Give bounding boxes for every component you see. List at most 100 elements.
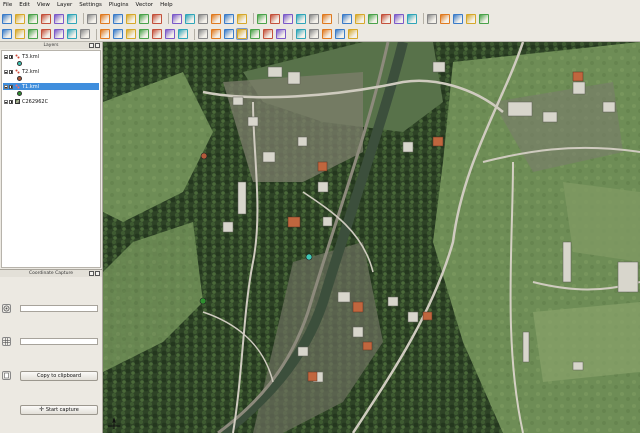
copy-to-clipboard-button[interactable]: Copy to clipboard: [20, 371, 98, 381]
zoom-in-icon[interactable]: [250, 29, 260, 39]
undo-icon[interactable]: [178, 29, 188, 39]
scale-bar-icon[interactable]: [453, 13, 463, 24]
zoom-last-icon[interactable]: [322, 29, 332, 39]
move-feature-icon[interactable]: [237, 13, 247, 24]
offset-curve-icon[interactable]: [139, 29, 149, 39]
qgis-window: File Edit View Layer Settings Plugins Ve…: [0, 0, 640, 433]
zoom-full-icon[interactable]: [276, 29, 286, 39]
collapse-icon[interactable]: [4, 54, 8, 59]
show-bookmarks-icon[interactable]: [394, 13, 404, 24]
t3-point-marker[interactable]: [305, 253, 313, 261]
split-features-icon[interactable]: [152, 29, 162, 39]
move-feature-tool-icon[interactable]: [28, 29, 38, 39]
menu-view[interactable]: View: [37, 0, 50, 10]
add-feature-icon[interactable]: [224, 13, 234, 24]
layer-row-t3[interactable]: T3.kml: [3, 53, 99, 60]
layer-row-t1[interactable]: T1.kml: [3, 83, 99, 90]
toolbar-separator: [253, 13, 254, 24]
close-panel-icon[interactable]: [95, 43, 100, 48]
text-annotation-icon[interactable]: [407, 13, 417, 24]
open-project-icon[interactable]: [15, 13, 25, 24]
t1-point-marker[interactable]: [199, 297, 207, 305]
identify-features-icon[interactable]: [309, 13, 319, 24]
redo-icon[interactable]: [198, 29, 208, 39]
visibility-checkbox[interactable]: [9, 99, 13, 104]
north-arrow-icon[interactable]: [440, 13, 450, 24]
copyright-label-icon[interactable]: [466, 13, 476, 24]
crs-selector-icon[interactable]: [2, 304, 11, 313]
new-project-icon[interactable]: [2, 13, 12, 24]
layer-row-t2[interactable]: T2.kml: [3, 68, 99, 75]
vector-point-icon: [15, 54, 20, 59]
add-wfs-layer-icon[interactable]: [152, 13, 162, 24]
reshape-features-icon[interactable]: [126, 29, 136, 39]
copy-features-icon[interactable]: [283, 13, 293, 24]
paste-features-icon[interactable]: [296, 13, 306, 24]
save-edits-icon[interactable]: [211, 13, 221, 24]
merge-features-icon[interactable]: [165, 29, 175, 39]
start-capture-button[interactable]: ✛ Start capture: [20, 405, 98, 415]
gps-icon[interactable]: [479, 13, 489, 24]
zoom-to-layer-icon[interactable]: [296, 29, 306, 39]
menu-edit[interactable]: Edit: [19, 0, 30, 10]
composer-manager-icon[interactable]: [67, 13, 77, 24]
add-vector-layer-icon[interactable]: [87, 13, 97, 24]
coordinate-field-2[interactable]: [20, 338, 98, 345]
coordinate-field-1[interactable]: [20, 305, 98, 312]
zoom-out-icon[interactable]: [263, 29, 273, 39]
toggle-editing-icon[interactable]: [198, 13, 208, 24]
refresh-icon[interactable]: [348, 29, 358, 39]
map-canvas[interactable]: [103, 42, 640, 433]
save-as-icon[interactable]: [41, 13, 51, 24]
visibility-checkbox[interactable]: [9, 84, 13, 89]
grid-crs-icon[interactable]: [2, 337, 11, 346]
menu-help[interactable]: Help: [160, 0, 173, 10]
add-wms-layer-icon[interactable]: [139, 13, 149, 24]
add-mssql-layer-icon[interactable]: [172, 13, 182, 24]
visibility-checkbox[interactable]: [9, 54, 13, 59]
add-postgis-layer-icon[interactable]: [113, 13, 123, 24]
visibility-checkbox[interactable]: [9, 69, 13, 74]
select-features-icon[interactable]: [322, 13, 332, 24]
delete-part-icon[interactable]: [113, 29, 123, 39]
collapse-icon[interactable]: [4, 69, 8, 74]
menu-plugins[interactable]: Plugins: [109, 0, 129, 10]
print-composer-icon[interactable]: [54, 13, 64, 24]
menu-file[interactable]: File: [3, 0, 12, 10]
add-spatialite-layer-icon[interactable]: [126, 13, 136, 24]
rotate-feature-icon[interactable]: [41, 29, 51, 39]
map-tips-icon[interactable]: [368, 13, 378, 24]
cut-features-icon[interactable]: [270, 13, 280, 24]
zoom-to-selection-icon[interactable]: [309, 29, 319, 39]
simplify-feature-icon[interactable]: [54, 29, 64, 39]
pan-map-icon[interactable]: [224, 29, 234, 39]
menu-vector[interactable]: Vector: [136, 0, 154, 10]
globe-icon[interactable]: [427, 13, 437, 24]
float-panel-icon[interactable]: [89, 271, 94, 276]
expand-icon[interactable]: [4, 99, 8, 104]
new-bookmark-icon[interactable]: [381, 13, 391, 24]
save-project-icon[interactable]: [28, 13, 38, 24]
zoom-next-icon[interactable]: [335, 29, 345, 39]
collapse-icon[interactable]: [4, 84, 8, 89]
clipboard-icon[interactable]: [2, 371, 11, 380]
delete-ring-icon[interactable]: [100, 29, 110, 39]
pan-to-selection-icon[interactable]: [236, 28, 248, 40]
add-raster-layer-icon[interactable]: [100, 13, 110, 24]
measure-line-icon[interactable]: [355, 13, 365, 24]
digitize-line-icon[interactable]: [2, 29, 12, 39]
menu-layer[interactable]: Layer: [57, 0, 72, 10]
float-panel-icon[interactable]: [89, 43, 94, 48]
add-part-icon[interactable]: [80, 29, 90, 39]
attribute-table-icon[interactable]: [342, 13, 352, 24]
layer-row-raster[interactable]: C262962C: [3, 98, 99, 105]
node-tool-icon[interactable]: [15, 29, 25, 39]
new-shapefile-icon[interactable]: [185, 13, 195, 24]
delete-selected-icon[interactable]: [257, 13, 267, 24]
layers-list[interactable]: T3.kml T2.kml T1.kml C262962C: [1, 50, 101, 268]
menu-settings[interactable]: Settings: [79, 0, 102, 10]
add-ring-icon[interactable]: [67, 29, 77, 39]
label-icon[interactable]: [211, 29, 221, 39]
t2-point-marker[interactable]: [200, 152, 208, 160]
close-panel-icon[interactable]: [95, 271, 100, 276]
